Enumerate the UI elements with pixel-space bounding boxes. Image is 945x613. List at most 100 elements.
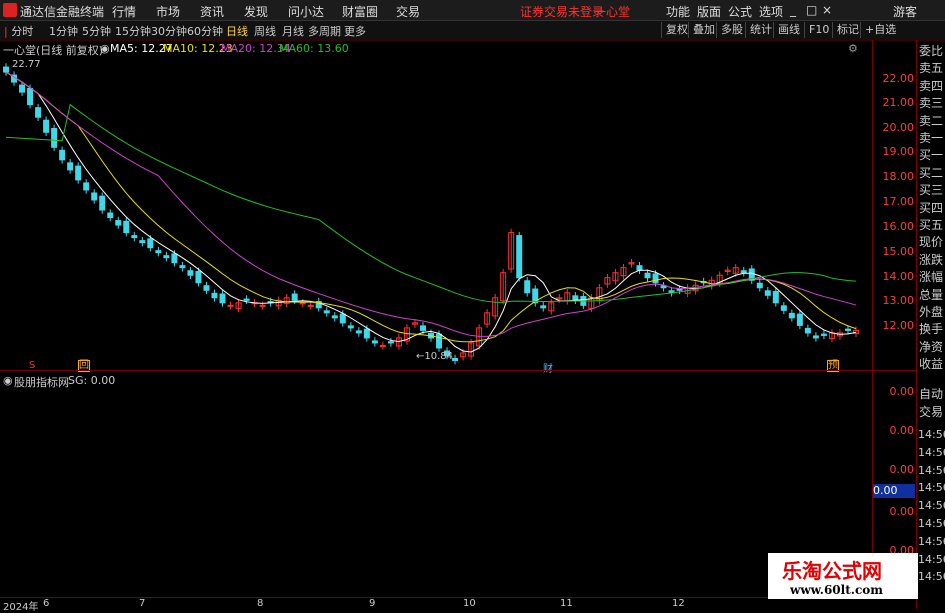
candle-body [43, 119, 50, 133]
indicator-settings-icon[interactable]: ◉ [3, 374, 13, 387]
tool-f10[interactable]: F10 [804, 22, 829, 38]
candle-body [347, 325, 354, 329]
menu-zixun[interactable]: 资讯 [200, 3, 224, 20]
x-tick: 10 [463, 598, 476, 609]
candle-body [788, 312, 795, 319]
candle-body [147, 238, 154, 249]
candle-body [99, 195, 106, 211]
menu-faxian[interactable]: 发现 [244, 3, 268, 20]
menu-gongshi[interactable]: 公式 [728, 3, 752, 20]
tool-fuquan[interactable]: 复权 [661, 22, 688, 38]
candle-body [363, 328, 370, 339]
tool-duogu[interactable]: 多股 [716, 22, 743, 38]
y-tick: 12.00 [882, 319, 915, 332]
candle-body [796, 313, 803, 326]
candle-body [307, 304, 314, 307]
high-price-label: 22.77 [12, 59, 41, 70]
period-monthly[interactable]: 月线 [282, 23, 304, 39]
tick-time: 14:56 [918, 428, 945, 441]
candle-body [115, 220, 122, 226]
app-logo-icon [3, 3, 17, 17]
candle-body [820, 333, 827, 336]
candle-body [91, 192, 98, 201]
period-weekly[interactable]: 周线 [254, 23, 276, 39]
y-tick: 19.00 [882, 145, 915, 158]
period-30min[interactable]: 30分钟 [151, 23, 187, 39]
y-tick: 16.00 [882, 220, 915, 233]
panel-divider[interactable] [0, 370, 916, 371]
period-15min[interactable]: 15分钟 [115, 23, 151, 39]
close-icon[interactable]: × [822, 3, 832, 17]
menu-shichang[interactable]: 市场 [156, 3, 180, 20]
candle-body [67, 162, 74, 171]
candle-body [211, 292, 218, 299]
period-1min[interactable]: 1分钟 [49, 23, 78, 39]
y2-tick: 0.00 [889, 505, 915, 518]
minimize-icon[interactable]: _ [790, 3, 796, 17]
menu-gongneng[interactable]: 功能 [666, 3, 690, 20]
period-fenshi[interactable]: | 分时 [4, 23, 33, 39]
candle-body [123, 220, 130, 234]
period-daily[interactable]: 日线 [226, 23, 248, 39]
quote-panel[interactable]: 委比 卖五 卖四 卖三 卖二 卖一 买一 买二 买三 买四 买五 现价 涨跌 涨幅 总量 外盘 换手 净资 收益 自… [916, 40, 945, 609]
x-tick: 6 [43, 598, 50, 609]
tick-time: 14:56 [918, 534, 945, 548]
x-tick: 2024年 [3, 602, 39, 613]
candle-body [187, 270, 194, 276]
candle-body [291, 293, 298, 301]
menu-caifuquan[interactable]: 财富圈 [342, 3, 378, 20]
price-axis: 22.00 21.00 20.00 19.00 18.00 17.00 16.0… [872, 40, 917, 370]
tool-huaxian[interactable]: 画线 [773, 22, 800, 38]
candle-body [243, 298, 250, 301]
candle-body [19, 84, 26, 93]
candle-body [652, 273, 659, 284]
candle-body [59, 149, 66, 161]
indicator-name[interactable]: 股朋指标网 [14, 374, 69, 390]
indicator-panel[interactable]: ◉ 股朋指标网 SG: 0.00 [0, 372, 872, 597]
candle-body [379, 344, 386, 347]
stock-name: 一心堂 [594, 5, 631, 19]
tick-time: 14:56 [918, 463, 945, 477]
candle-body [516, 235, 523, 279]
candle-body [259, 304, 266, 307]
tool-tongji[interactable]: 统计 [745, 22, 772, 38]
tool-diejia[interactable]: 叠加 [688, 22, 715, 38]
menu-hangqing[interactable]: 行情 [112, 3, 136, 20]
period-toolbar: | 分时 1分钟 5分钟 15分钟 30分钟 60分钟 日线 周线 月线 多周期… [0, 21, 945, 41]
candle-body [636, 265, 643, 271]
maximize-icon[interactable]: □ [806, 3, 817, 17]
y-tick: 15.00 [882, 245, 915, 258]
candle-body [219, 293, 226, 304]
trade-label[interactable]: 交易 [919, 401, 943, 424]
candle-body [524, 280, 531, 294]
candle-body [572, 295, 579, 301]
candle-body [419, 325, 426, 331]
candle-body [155, 250, 162, 254]
menu-banmian[interactable]: 版面 [697, 3, 721, 20]
watermark-url: www.60lt.com [790, 583, 883, 597]
tool-biaoji[interactable]: 标记 [832, 22, 859, 38]
period-more[interactable]: 更多 [344, 23, 366, 39]
period-multi[interactable]: 多周期 [308, 23, 341, 39]
user-label[interactable]: 游客 [893, 3, 917, 20]
tick-time: 14:56 [918, 517, 945, 530]
candle-body [756, 282, 763, 289]
candle-body [452, 358, 459, 362]
tool-add-favorite[interactable]: +自选 [860, 22, 896, 38]
menu-xuanxiang[interactable]: 选项 [759, 3, 783, 20]
x-tick: 8 [257, 598, 264, 609]
candle-body [27, 87, 34, 106]
period-5min[interactable]: 5分钟 [82, 23, 111, 39]
ma60-line [5, 103, 857, 303]
candle-body [179, 265, 186, 269]
period-60min[interactable]: 60分钟 [187, 23, 223, 39]
candle-body [3, 66, 9, 73]
login-warning[interactable]: 证券交易未登录 [520, 3, 604, 20]
ma5-line [5, 71, 857, 353]
menu-jiaoyi[interactable]: 交易 [396, 3, 420, 20]
kline-chart[interactable]: 一心堂(日线 前复权) ◉ MA5: 12.27 MA10: 12.23 MA2… [0, 40, 872, 375]
menu-wenxiaoda[interactable]: 问小达 [288, 3, 324, 20]
candle-body [35, 107, 42, 118]
candle-body [75, 165, 82, 181]
candle-body [436, 333, 443, 349]
